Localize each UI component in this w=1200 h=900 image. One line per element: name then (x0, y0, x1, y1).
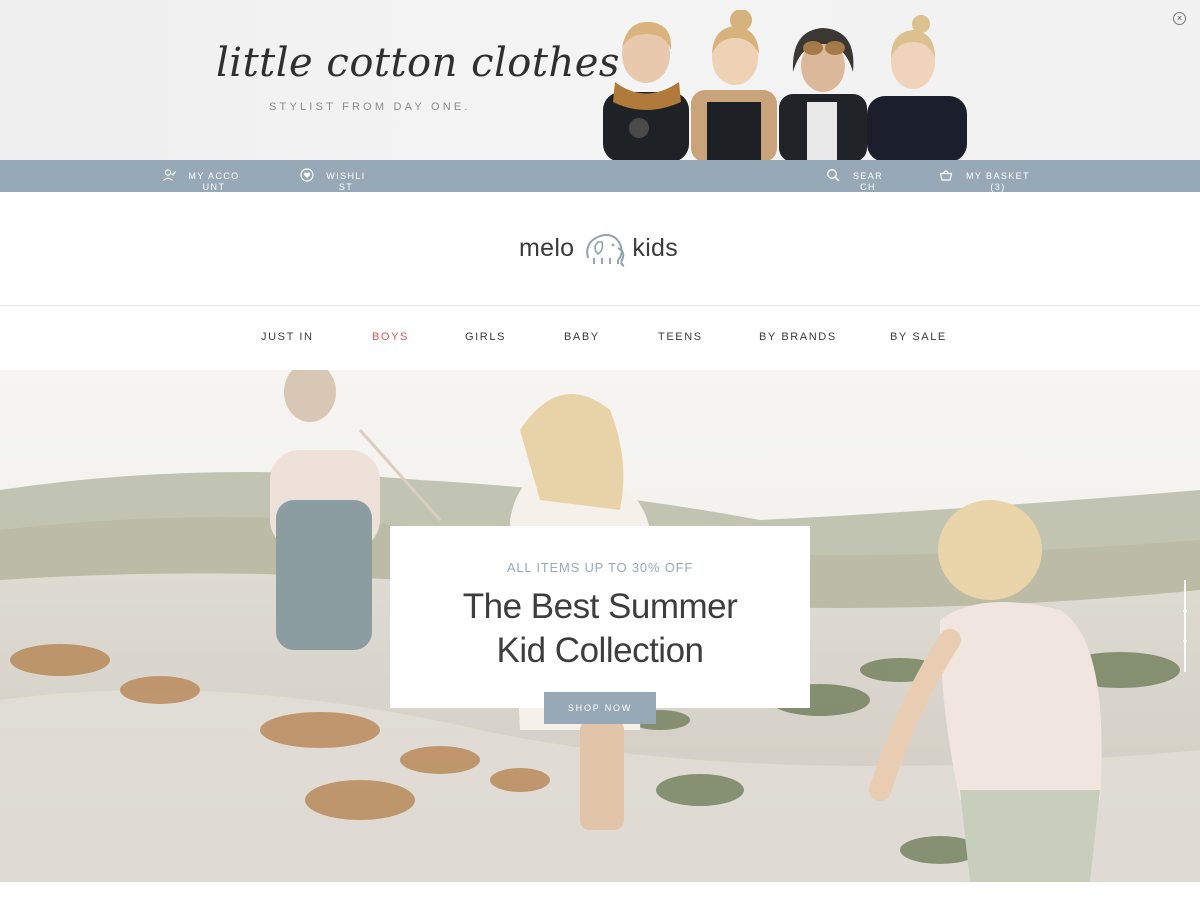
utility-bar: MY ACCOUNT WISHLIST SEARCH MY BASKET(3) (0, 160, 1200, 192)
promo-kids-photo (603, 10, 967, 160)
logo-word-right: kids (632, 233, 679, 262)
search-link[interactable]: SEARCH (826, 160, 886, 192)
elephant-icon (586, 234, 625, 267)
nav-item-girls[interactable]: GIRLS (465, 331, 506, 343)
hero-title-line-1: The Best Summer (462, 587, 738, 626)
main-nav: JUST IN BOYS GIRLS BABY TEENS BY BRANDS … (0, 306, 1200, 370)
slider-dot[interactable] (1183, 610, 1187, 612)
my-basket-link[interactable]: MY BASKET(3) (939, 160, 1033, 192)
hero-card: ALL ITEMS UP TO 30% OFF The Best Summer … (390, 526, 810, 724)
wishlist-link[interactable]: WISHLIST (300, 160, 368, 192)
slider-pagination[interactable] (1183, 580, 1187, 672)
nav-item-boys[interactable]: BOYS (372, 331, 409, 343)
heart-icon (300, 168, 314, 182)
nav-item-by-sale[interactable]: BY SALE (890, 331, 947, 343)
search-icon (826, 168, 840, 182)
my-account-link[interactable]: MY ACCOUNT (162, 160, 242, 192)
hero-eyebrow: ALL ITEMS UP TO 30% OFF (506, 560, 694, 575)
promo-tagline: STYLIST FROM DAY ONE. (269, 101, 471, 113)
hero-title-line-2: Kid Collection (496, 631, 705, 670)
close-icon[interactable]: × (1173, 12, 1186, 25)
shop-now-button[interactable]: SHOP NOW (544, 692, 656, 724)
search-label: SEARCH (852, 171, 884, 192)
promo-kid-3 (779, 28, 867, 160)
promo-kid-2 (691, 10, 777, 160)
my-account-label: MY ACCOUNT (188, 171, 240, 192)
nav-item-baby[interactable]: BABY (564, 331, 600, 343)
basket-icon (939, 170, 953, 181)
promo-kid-4 (867, 15, 967, 160)
nav-item-just-in[interactable]: JUST IN (261, 331, 314, 343)
hero-banner: ALL ITEMS UP TO 30% OFF The Best Summer … (0, 370, 1200, 882)
promo-kid-1 (603, 21, 689, 160)
user-icon (163, 169, 176, 181)
my-basket-label: MY BASKET(3) (966, 171, 1030, 192)
slider-dot[interactable] (1183, 640, 1187, 642)
logo-area: melo kids (0, 192, 1200, 306)
site-logo[interactable]: melo kids (519, 228, 678, 268)
promo-script-title: little cotton clothes (216, 40, 620, 86)
wishlist-label: WISHLIST (326, 171, 366, 192)
nav-item-by-brands[interactable]: BY BRANDS (759, 331, 837, 343)
logo-word-left: melo (519, 233, 575, 262)
nav-item-teens[interactable]: TEENS (658, 331, 703, 343)
promo-banner: little cotton clothes STYLIST FROM DAY O… (0, 0, 1200, 160)
